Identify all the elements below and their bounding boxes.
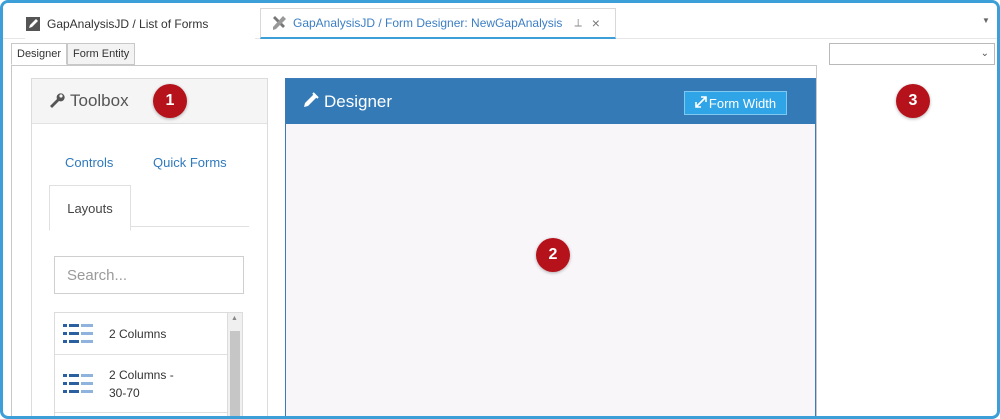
scroll-up-icon[interactable]: ▲	[231, 315, 238, 322]
tab-list-dropdown-icon[interactable]: ▼	[981, 15, 991, 25]
close-icon[interactable]: ×	[592, 15, 600, 31]
tools-icon	[271, 15, 287, 31]
edit-form-icon	[25, 16, 41, 32]
tab-quick-forms[interactable]: Quick Forms	[153, 155, 227, 170]
chevron-down-icon: ⌄	[980, 48, 989, 59]
toolbox-tabs-divider	[131, 226, 249, 227]
toolbox-title: Toolbox	[70, 91, 129, 110]
expand-icon	[695, 95, 707, 111]
tab-form-designer[interactable]: GapAnalysisJD / Form Designer: NewGapAna…	[260, 8, 616, 39]
tab-form-entity[interactable]: Form Entity	[67, 43, 136, 65]
callout-marker-1: 1	[153, 84, 187, 118]
tab-designer[interactable]: Designer	[11, 43, 68, 65]
tab-label: GapAnalysisJD / List of Forms	[47, 16, 209, 31]
layout-list-scrollbar[interactable]: ▲	[227, 312, 243, 416]
tab-label: GapAnalysisJD / Form Designer: NewGapAna…	[293, 16, 563, 30]
scrollbar-thumb[interactable]	[230, 331, 240, 416]
designer-header: Designer Form Width	[286, 79, 815, 124]
list-item-2-columns[interactable]: 2 Columns	[55, 313, 227, 355]
tab-list-of-forms[interactable]: GapAnalysisJD / List of Forms	[25, 8, 255, 39]
tab-layouts[interactable]: Layouts	[49, 185, 131, 231]
columns-icon	[63, 322, 95, 346]
list-item-2-columns-30-70[interactable]: 2 Columns - 30-70	[55, 355, 227, 413]
toolbox-tabs: Controls Quick Forms Layouts	[49, 149, 267, 231]
pencil-ruler-icon	[302, 91, 320, 112]
document-tab-bar: GapAnalysisJD / List of Forms GapAnalysi…	[3, 3, 997, 39]
properties-select[interactable]: ⌄	[829, 43, 995, 65]
tab-controls[interactable]: Controls	[65, 155, 113, 170]
columns-icon	[63, 372, 95, 396]
callout-marker-3: 3	[896, 84, 930, 118]
layout-label: 2 Columns	[109, 326, 167, 341]
wrench-icon	[48, 91, 66, 112]
designer-title: Designer	[324, 91, 393, 111]
form-width-button[interactable]: Form Width	[684, 91, 787, 115]
layout-list: 2 Columns 2 Columns - 30-70	[54, 312, 227, 416]
sub-tab-bar: Designer Form Entity	[11, 43, 136, 65]
toolbox-header: Toolbox	[32, 79, 267, 124]
layout-label: 2 Columns - 30-70	[109, 367, 174, 400]
window-frame: GapAnalysisJD / List of Forms GapAnalysi…	[0, 0, 1000, 419]
form-width-label: Form Width	[708, 95, 777, 111]
toolbox-search-input[interactable]: Search...	[54, 256, 244, 294]
callout-marker-2: 2	[536, 238, 570, 272]
pin-icon[interactable]: ⟂	[574, 17, 581, 30]
